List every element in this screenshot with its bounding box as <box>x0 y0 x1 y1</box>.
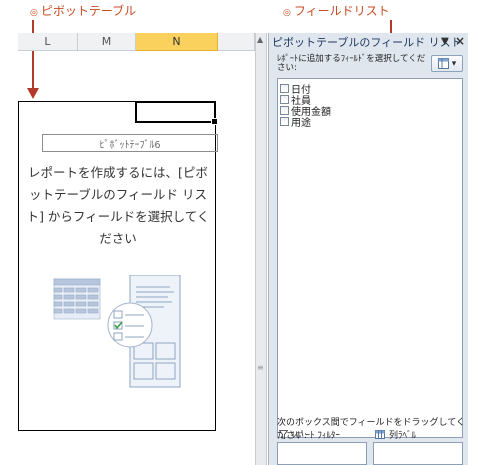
arrow-pivot-head <box>27 88 39 99</box>
pivottable-instruction: レポートを作成するには、[ピボットテーブルのフィールド リスト] からフィールド… <box>26 165 210 246</box>
pivottable-name: ﾋﾟﾎﾞｯﾄﾃｰﾌﾞﾙ6 <box>42 134 218 152</box>
layout-dropdown-icon: ▾ <box>451 58 457 69</box>
field-item[interactable]: 用途 <box>280 114 311 129</box>
pane-header: ピボットテーブルのフィールド リスト <box>269 33 468 51</box>
pane-title: ピボットテーブルのフィールド リスト <box>272 36 462 49</box>
pane-splitter[interactable]: ▲ ≡ <box>255 33 267 465</box>
column-header-next[interactable] <box>218 33 255 51</box>
pane-menu-dropdown-icon[interactable]: ▼ <box>441 36 449 47</box>
field-checkbox[interactable] <box>280 117 289 126</box>
callout-fieldlist: ◎ フィールドリスト <box>283 4 390 18</box>
field-list-box: 日付 社員 使用金額 用途 <box>277 78 463 438</box>
layout-options-button[interactable]: ▾ <box>431 55 463 72</box>
filter-icon <box>279 430 288 439</box>
right-edge <box>468 33 482 465</box>
splitter-up-icon[interactable]: ▲ <box>257 35 263 44</box>
column-header-l[interactable]: L <box>18 33 78 51</box>
column-labels-icon <box>375 430 385 439</box>
report-filter-dropzone[interactable] <box>277 442 367 465</box>
pane-close-icon[interactable]: × <box>455 34 465 48</box>
report-filter-area-label: ﾚﾎﾟｰﾄ ﾌｨﾙﾀｰ <box>279 428 340 441</box>
arrow-pivot-line <box>32 20 34 90</box>
column-header-n[interactable]: N <box>136 33 218 51</box>
callout-pivottable-text: ピボットテーブル <box>40 4 137 18</box>
pivottable-field-list-pane: ピボットテーブルのフィールド リスト ▼ × ﾚﾎﾟｰﾄに追加するﾌｨｰﾙﾄﾞを… <box>268 33 468 465</box>
field-select-instruction: ﾚﾎﾟｰﾄに追加するﾌｨｰﾙﾄﾞを選択してください: <box>277 54 426 73</box>
callout-pivottable: ◎ ピボットテーブル <box>30 4 137 18</box>
column-labels-area-label: 列ﾗﾍﾞﾙ <box>375 428 416 441</box>
column-labels-dropzone[interactable] <box>373 442 463 465</box>
fill-handle[interactable] <box>211 118 218 125</box>
column-header-m[interactable]: M <box>78 33 136 51</box>
selected-cell[interactable] <box>135 101 218 125</box>
pivottable-illustration-icon <box>53 275 181 388</box>
callout-fieldlist-text: フィールドリスト <box>293 4 390 18</box>
splitter-grip-icon[interactable]: ≡ <box>257 363 264 372</box>
layout-icon <box>437 58 449 69</box>
